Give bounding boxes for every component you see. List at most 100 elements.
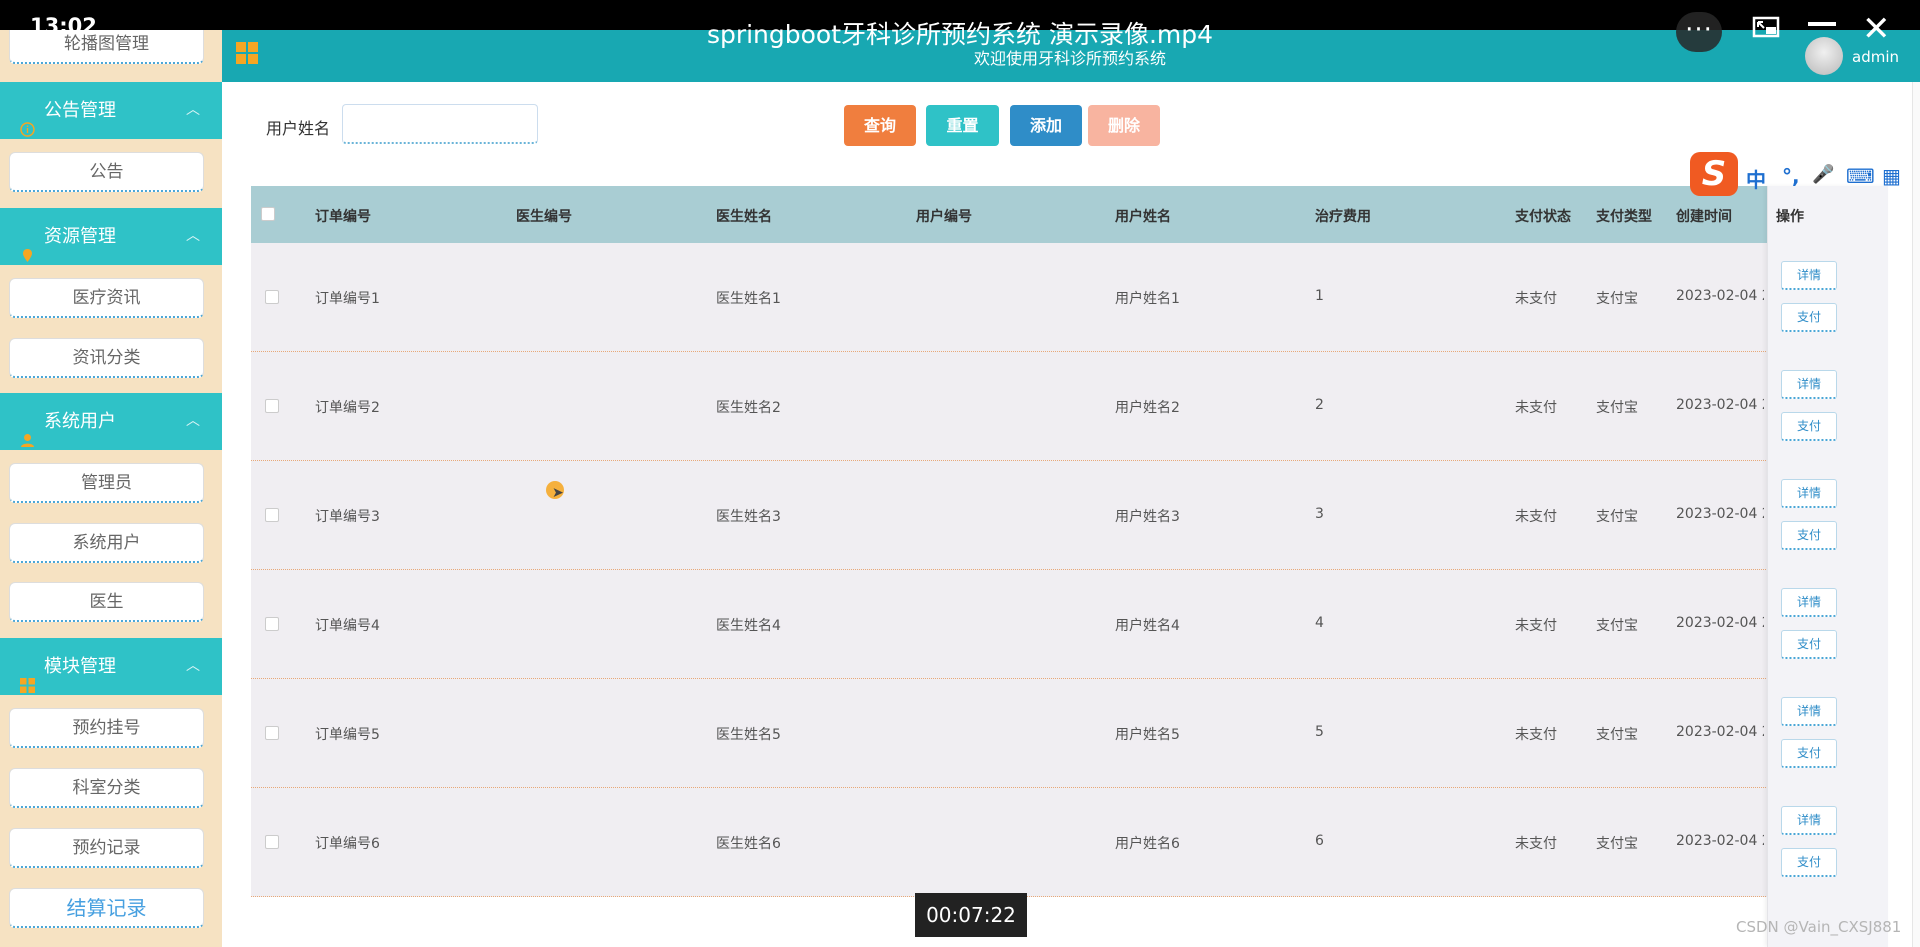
detail-button[interactable]: 详情	[1781, 370, 1837, 399]
detail-button[interactable]: 详情	[1781, 588, 1837, 617]
row-checkbox[interactable]	[265, 290, 279, 304]
sidebar-item-system-user[interactable]: 系统用户	[9, 523, 204, 563]
sidebar-group-resources[interactable]: 资源管理 ︿	[0, 208, 222, 265]
fee-cell: 1	[1315, 288, 1324, 304]
add-button[interactable]: 添加	[1010, 105, 1082, 146]
pay-type-cell: 支付宝	[1596, 509, 1638, 525]
user-name-cell: 用户姓名6	[1115, 836, 1180, 852]
order-no-cell: 订单编号6	[315, 836, 380, 852]
row-checkbox[interactable]	[265, 726, 279, 740]
ime-chinese-toggle[interactable]: 中	[1746, 164, 1766, 193]
user-name-cell: 用户姓名3	[1115, 509, 1180, 525]
sidebar-item-appointment[interactable]: 预约挂号	[9, 708, 204, 748]
video-title: springboot牙科诊所预约系统 演示录像.mp4	[706, 20, 1214, 49]
user-name-cell: 用户姓名5	[1115, 727, 1180, 743]
ime-toolbar: S 中 °, 🎤 ⌨ ▦	[1688, 152, 1920, 198]
scrollbar[interactable]	[1912, 82, 1920, 947]
row-checkbox[interactable]	[265, 508, 279, 522]
table-row[interactable]: 订单编号5 医生姓名5 用户姓名5 5 未支付 支付宝 2023-02-04 21	[251, 679, 1888, 788]
col-doctor-no[interactable]: 医生编号	[516, 206, 572, 226]
order-no-cell: 订单编号5	[315, 727, 380, 743]
watermark: CSDN @Vain_CXSJ881	[1736, 918, 1902, 936]
col-user-name[interactable]: 用户姓名	[1115, 206, 1171, 226]
sidebar-item-news-category[interactable]: 资讯分类	[9, 338, 204, 378]
chevron-up-icon: ︿	[186, 658, 200, 674]
row-checkbox[interactable]	[265, 617, 279, 631]
cursor-arrow-icon: ➤	[552, 485, 564, 501]
pay-button[interactable]: 支付	[1781, 848, 1837, 877]
sidebar-item-admin[interactable]: 管理员	[9, 463, 204, 503]
search-button[interactable]: 查询	[844, 105, 916, 146]
table-row[interactable]: 订单编号6 医生姓名6 用户姓名6 6 未支付 支付宝 2023-02-04 21	[251, 788, 1888, 897]
minimize-icon[interactable]	[1808, 22, 1836, 26]
order-no-cell: 订单编号3	[315, 509, 380, 525]
col-user-no[interactable]: 用户编号	[916, 206, 972, 226]
col-fee[interactable]: 治疗费用	[1315, 206, 1371, 226]
pay-button[interactable]: 支付	[1781, 739, 1837, 768]
sidebar-group-modules[interactable]: 模块管理 ︿	[0, 638, 222, 695]
fee-cell: 5	[1315, 724, 1324, 740]
select-all-checkbox[interactable]	[261, 207, 275, 221]
col-created-time[interactable]: 创建时间	[1676, 206, 1732, 226]
pay-button[interactable]: 支付	[1781, 521, 1837, 550]
user-icon	[20, 414, 35, 447]
pay-button[interactable]: 支付	[1781, 303, 1837, 332]
pay-type-cell: 支付宝	[1596, 291, 1638, 307]
grid-icon	[20, 659, 35, 693]
sidebar-group-label: 资源管理	[44, 226, 116, 247]
table-row[interactable]: 订单编号1 医生姓名1 用户姓名1 1 未支付 支付宝 2023-02-04 21	[251, 243, 1888, 352]
table-row[interactable]: 订单编号2 医生姓名2 用户姓名2 2 未支付 支付宝 2023-02-04 21	[251, 352, 1888, 461]
created-time-cell: 2023-02-04 21	[1676, 615, 1764, 631]
col-pay-status[interactable]: 支付状态	[1515, 206, 1571, 226]
row-checkbox[interactable]	[265, 835, 279, 849]
sidebar-item-medical-news[interactable]: 医疗资讯	[9, 278, 204, 318]
user-name-cell: 用户姓名2	[1115, 400, 1180, 416]
col-order-no[interactable]: 订单编号	[315, 206, 371, 226]
user-name-cell: 用户姓名4	[1115, 618, 1180, 634]
doctor-name-cell: 医生姓名6	[716, 836, 781, 852]
order-no-cell: 订单编号4	[315, 618, 380, 634]
fee-cell: 4	[1315, 615, 1324, 631]
sidebar-item-settlement-record[interactable]: 结算记录	[9, 888, 204, 928]
pay-button[interactable]: 支付	[1781, 412, 1837, 441]
detail-button[interactable]: 详情	[1781, 479, 1837, 508]
table-row[interactable]: 订单编号4 医生姓名4 用户姓名4 4 未支付 支付宝 2023-02-04 21	[251, 570, 1888, 679]
username-search-input[interactable]	[342, 104, 538, 144]
delete-button[interactable]: 删除	[1088, 105, 1160, 146]
doctor-name-cell: 医生姓名1	[716, 291, 781, 307]
close-icon[interactable]: ✕	[1862, 12, 1891, 46]
table-row[interactable]: 订单编号3 医生姓名3 用户姓名3 3 未支付 支付宝 2023-02-04 21	[251, 461, 1888, 570]
ime-punctuation-icon[interactable]: °,	[1782, 164, 1800, 188]
pay-status-cell: 未支付	[1515, 618, 1557, 634]
sogou-logo-icon[interactable]: S	[1690, 152, 1738, 196]
sidebar: 轮播图管理 公告管理 ︿ 公告 资源管理 ︿ 医疗资讯 资讯分类 系统用户 ︿ …	[0, 30, 222, 947]
sidebar-item-doctor[interactable]: 医生	[9, 582, 204, 622]
picture-in-picture-icon[interactable]	[1752, 16, 1782, 42]
microphone-icon[interactable]: 🎤	[1812, 164, 1834, 185]
sidebar-group-system-users[interactable]: 系统用户 ︿	[0, 393, 222, 450]
sidebar-group-label: 模块管理	[44, 656, 116, 677]
sidebar-group-announcement[interactable]: 公告管理 ︿	[0, 82, 222, 139]
more-options-button[interactable]: ···	[1676, 12, 1722, 52]
sidebar-item-announcement[interactable]: 公告	[9, 152, 204, 192]
detail-button[interactable]: 详情	[1781, 806, 1837, 835]
doctor-name-cell: 医生姓名3	[716, 509, 781, 525]
ime-toolbox-icon[interactable]: ▦	[1882, 164, 1901, 188]
detail-button[interactable]: 详情	[1781, 261, 1837, 290]
row-checkbox[interactable]	[265, 399, 279, 413]
col-doctor-name[interactable]: 医生姓名	[716, 206, 772, 226]
pay-status-cell: 未支付	[1515, 509, 1557, 525]
col-pay-type[interactable]: 支付类型	[1596, 206, 1652, 226]
detail-button[interactable]: 详情	[1781, 697, 1837, 726]
chevron-up-icon: ︿	[186, 413, 200, 429]
reset-button[interactable]: 重置	[926, 105, 999, 146]
fee-cell: 3	[1315, 506, 1324, 522]
keyboard-icon[interactable]: ⌨	[1846, 164, 1875, 188]
pay-button[interactable]: 支付	[1781, 630, 1837, 659]
created-time-cell: 2023-02-04 21	[1676, 833, 1764, 849]
sidebar-group-label: 公告管理	[44, 100, 116, 121]
pay-type-cell: 支付宝	[1596, 727, 1638, 743]
sidebar-item-department[interactable]: 科室分类	[9, 768, 204, 808]
sidebar-item-appointment-record[interactable]: 预约记录	[9, 828, 204, 868]
created-time-cell: 2023-02-04 21	[1676, 506, 1764, 522]
